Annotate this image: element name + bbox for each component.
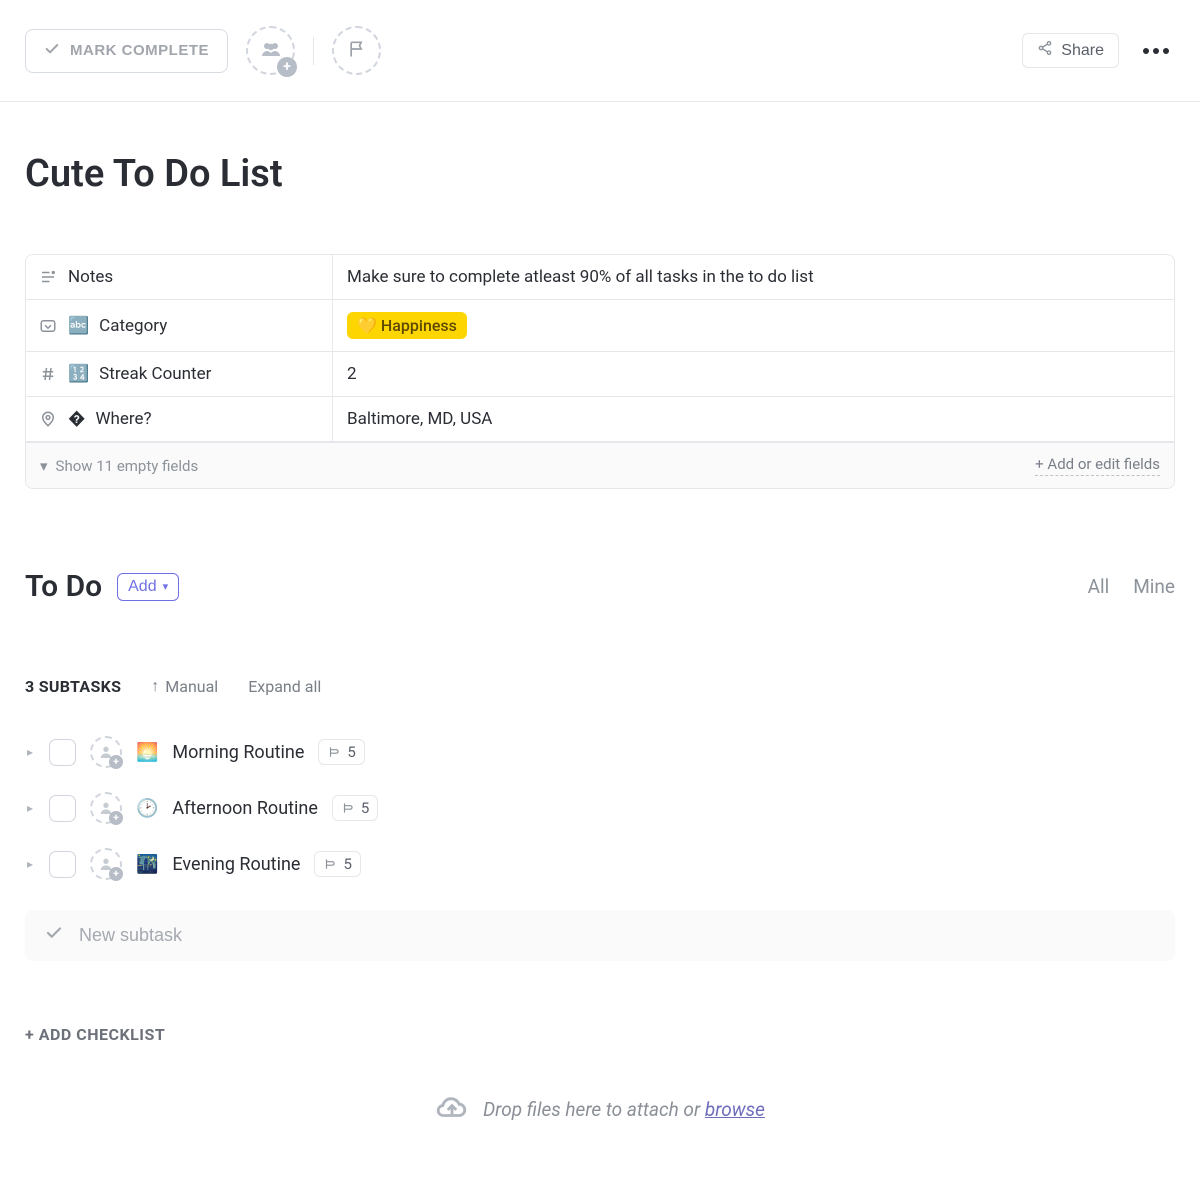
assign-button[interactable]: +	[90, 736, 122, 768]
add-checklist-button[interactable]: + ADD CHECKLIST	[25, 1025, 1175, 1044]
field-name: Streak Counter	[99, 364, 211, 384]
priority-flag-button[interactable]	[332, 26, 381, 75]
subtask-row: ▸ + 🕑 Afternoon Routine 5	[25, 780, 1175, 836]
filter-mine[interactable]: Mine	[1133, 575, 1175, 598]
add-subtask-button[interactable]: Add ▾	[117, 573, 179, 601]
dropdown-field-icon	[38, 317, 58, 335]
assign-button[interactable]: +	[90, 792, 122, 824]
new-subtask-row[interactable]	[25, 910, 1175, 961]
expand-chevron-icon[interactable]: ▸	[25, 857, 35, 871]
caret-down-icon: ▾	[40, 457, 48, 475]
show-empty-fields-button[interactable]: ▾ Show 11 empty fields	[40, 457, 198, 475]
new-subtask-input[interactable]	[79, 925, 1155, 946]
field-row-notes: Notes Make sure to complete atleast 90% …	[26, 255, 1174, 300]
share-icon	[1037, 40, 1053, 61]
share-label: Share	[1061, 42, 1104, 60]
field-row-streak: 🔢 Streak Counter 2	[26, 352, 1174, 397]
add-edit-fields-button[interactable]: + Add or edit fields	[1035, 455, 1160, 476]
cloud-upload-icon	[435, 1090, 469, 1129]
field-name: Category	[99, 316, 167, 336]
toolbar: MARK COMPLETE + Share	[0, 0, 1200, 102]
subtask-name[interactable]: Morning Routine	[172, 742, 304, 763]
location-field-icon	[38, 410, 58, 428]
mark-complete-button[interactable]: MARK COMPLETE	[25, 29, 228, 73]
subtask-child-count: 5	[361, 799, 369, 817]
subtask-count-pill[interactable]: 5	[314, 851, 360, 877]
expand-chevron-icon[interactable]: ▸	[25, 745, 35, 759]
more-menu-button[interactable]	[1137, 42, 1175, 60]
arrow-up-icon: ↑	[151, 676, 159, 696]
assign-button[interactable]: +	[90, 848, 122, 880]
browse-link[interactable]: browse	[705, 1098, 765, 1121]
expand-all-button[interactable]: Expand all	[248, 677, 321, 696]
subtask-name[interactable]: Afternoon Routine	[172, 798, 317, 819]
page-title[interactable]: Cute To Do List	[25, 152, 1175, 196]
todo-section-header: To Do Add ▾ All Mine	[25, 569, 1175, 604]
field-row-category: 🔤 Category 💛 Happiness	[26, 300, 1174, 352]
plus-icon: +	[109, 755, 123, 769]
field-emoji: 🔤	[68, 316, 89, 336]
subtask-child-count: 5	[343, 855, 351, 873]
divider	[313, 37, 314, 65]
plus-icon: +	[109, 811, 123, 825]
field-label[interactable]: Notes	[26, 255, 332, 299]
subtask-emoji: 🌃	[136, 854, 158, 875]
subtask-checkbox[interactable]	[49, 795, 76, 822]
custom-fields: Notes Make sure to complete atleast 90% …	[25, 254, 1175, 489]
check-icon	[44, 41, 60, 61]
field-label[interactable]: 🔤 Category	[26, 300, 332, 351]
section-title: To Do	[25, 569, 102, 604]
field-emoji: �	[68, 409, 85, 429]
subtask-count-pill[interactable]: 5	[332, 795, 378, 821]
field-value[interactable]: 💛 Happiness	[332, 300, 1174, 351]
sort-button[interactable]: ↑ Manual	[151, 676, 218, 696]
subtask-checkbox[interactable]	[49, 739, 76, 766]
subtask-list: ▸ + 🌅 Morning Routine 5 ▸ + 🕑 Afternoon …	[25, 724, 1175, 892]
plus-icon: +	[109, 867, 123, 881]
field-row-where: � Where? Baltimore, MD, USA	[26, 397, 1174, 442]
dropzone-text: Drop files here to attach or	[483, 1098, 705, 1121]
expand-chevron-icon[interactable]: ▸	[25, 801, 35, 815]
field-name: Where?	[95, 409, 151, 429]
number-field-icon	[38, 365, 58, 383]
fields-footer: ▾ Show 11 empty fields + Add or edit fie…	[26, 442, 1174, 488]
category-tag: 💛 Happiness	[347, 312, 467, 339]
field-value[interactable]: 2	[332, 352, 1174, 396]
subtask-count-pill[interactable]: 5	[318, 739, 364, 765]
field-label[interactable]: � Where?	[26, 397, 332, 441]
assignees-button[interactable]: +	[246, 26, 295, 75]
subtask-row: ▸ + 🌅 Morning Routine 5	[25, 724, 1175, 780]
mark-complete-label: MARK COMPLETE	[70, 42, 209, 59]
share-button[interactable]: Share	[1022, 33, 1119, 68]
subtask-count: 3 SUBTASKS	[25, 677, 121, 696]
field-value[interactable]: Baltimore, MD, USA	[332, 397, 1174, 441]
field-name: Notes	[68, 267, 113, 287]
field-emoji: 🔢	[68, 364, 89, 384]
subtask-emoji: 🌅	[136, 742, 158, 763]
caret-down-icon: ▾	[163, 580, 169, 593]
field-value[interactable]: Make sure to complete atleast 90% of all…	[332, 255, 1174, 299]
filter-all[interactable]: All	[1088, 575, 1110, 598]
flag-icon	[347, 39, 367, 63]
subtask-row: ▸ + 🌃 Evening Routine 5	[25, 836, 1175, 892]
subtask-child-count: 5	[347, 743, 355, 761]
subtask-controls: 3 SUBTASKS ↑ Manual Expand all	[25, 676, 1175, 696]
subtask-name[interactable]: Evening Routine	[172, 854, 300, 875]
subtask-emoji: 🕑	[136, 798, 158, 819]
plus-icon: +	[277, 57, 297, 77]
attachment-dropzone[interactable]: Drop files here to attach or browse	[25, 1074, 1175, 1169]
text-field-icon	[38, 268, 58, 286]
field-label[interactable]: 🔢 Streak Counter	[26, 352, 332, 396]
check-icon	[45, 924, 63, 947]
subtask-checkbox[interactable]	[49, 851, 76, 878]
